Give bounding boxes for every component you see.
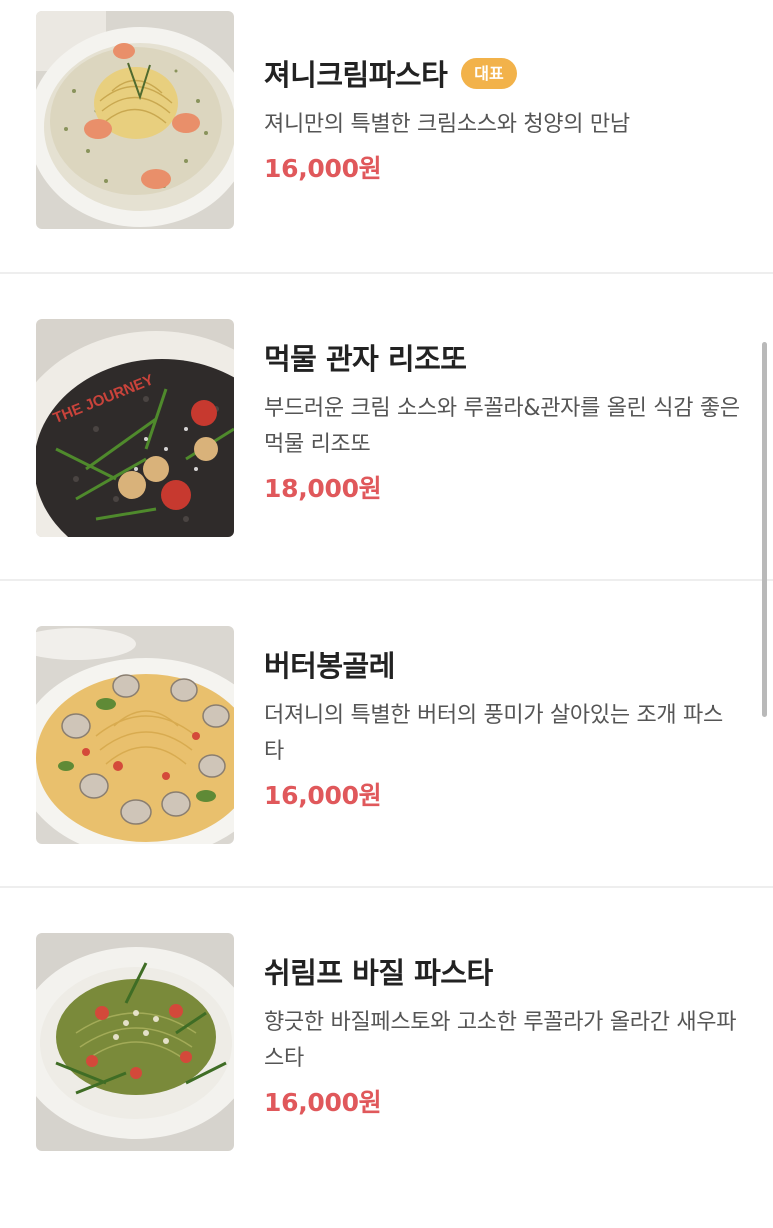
menu-item-price: 16,000원 bbox=[264, 154, 382, 183]
scrollbar[interactable] bbox=[762, 342, 767, 717]
menu-item-name: 먹물 관자 리조또 bbox=[264, 342, 467, 376]
name-row: 버터봉골레 bbox=[264, 642, 744, 686]
name-row: 져니크림파스타 대표 bbox=[264, 51, 744, 95]
name-row: 먹물 관자 리조또 bbox=[264, 335, 744, 379]
signature-badge: 대표 bbox=[461, 57, 517, 89]
butter-vongole-photo[interactable] bbox=[36, 626, 234, 844]
menu-item-info: 져니크림파스타 대표 져니만의 특별한 크림소스와 청양의 만남 16,000원 bbox=[264, 51, 744, 185]
menu-item-cream-pasta[interactable]: 져니크림파스타 대표 져니만의 특별한 크림소스와 청양의 만남 16,000원 bbox=[0, 0, 773, 307]
menu-item-description: 져니만의 특별한 크림소스와 청양의 만남 bbox=[264, 112, 630, 137]
menu-item-info: 먹물 관자 리조또 부드러운 크림 소스와 루꼴라&관자를 올린 식감 좋은 먹… bbox=[264, 335, 744, 505]
divider bbox=[0, 886, 773, 888]
squid-ink-risotto-photo[interactable]: THE JOURNEY bbox=[36, 319, 234, 537]
menu-item-squid-ink-risotto[interactable]: THE JOURNEY 먹물 관자 리조또 부드러운 크림 소스와 루꼴라&관자… bbox=[0, 307, 773, 614]
menu-item-butter-vongole[interactable]: 버터봉골레 더져니의 특별한 버터의 풍미가 살아있는 조개 파스타 16,00… bbox=[0, 614, 773, 921]
menu-item-description: 더져니의 특별한 버터의 풍미가 살아있는 조개 파스타 bbox=[264, 703, 723, 764]
menu-item-description: 향긋한 바질페스토와 고소한 루꼴라가 올라간 새우파스타 bbox=[264, 1010, 737, 1071]
divider bbox=[0, 579, 773, 581]
menu-item-name: 져니크림파스타 bbox=[264, 58, 448, 92]
menu-item-info: 버터봉골레 더져니의 특별한 버터의 풍미가 살아있는 조개 파스타 16,00… bbox=[264, 642, 744, 812]
shrimp-basil-pasta-photo[interactable] bbox=[36, 933, 234, 1151]
menu-item-description: 부드러운 크림 소스와 루꼴라&관자를 올린 식감 좋은 먹물 리조또 bbox=[264, 396, 740, 457]
menu-item-info: 쉬림프 바질 파스타 향긋한 바질페스토와 고소한 루꼴라가 올라간 새우파스타… bbox=[264, 949, 744, 1119]
menu-item-name: 버터봉골레 bbox=[264, 649, 395, 683]
menu-item-price: 18,000원 bbox=[264, 474, 382, 503]
name-row: 쉬림프 바질 파스타 bbox=[264, 949, 744, 993]
cream-pasta-photo[interactable] bbox=[36, 11, 234, 229]
menu-item-price: 16,000원 bbox=[264, 1088, 382, 1117]
menu-item-price: 16,000원 bbox=[264, 781, 382, 810]
divider bbox=[0, 272, 773, 274]
menu-item-name: 쉬림프 바질 파스타 bbox=[264, 956, 493, 990]
menu-item-shrimp-basil-pasta[interactable]: 쉬림프 바질 파스타 향긋한 바질페스토와 고소한 루꼴라가 올라간 새우파스타… bbox=[0, 921, 773, 1228]
